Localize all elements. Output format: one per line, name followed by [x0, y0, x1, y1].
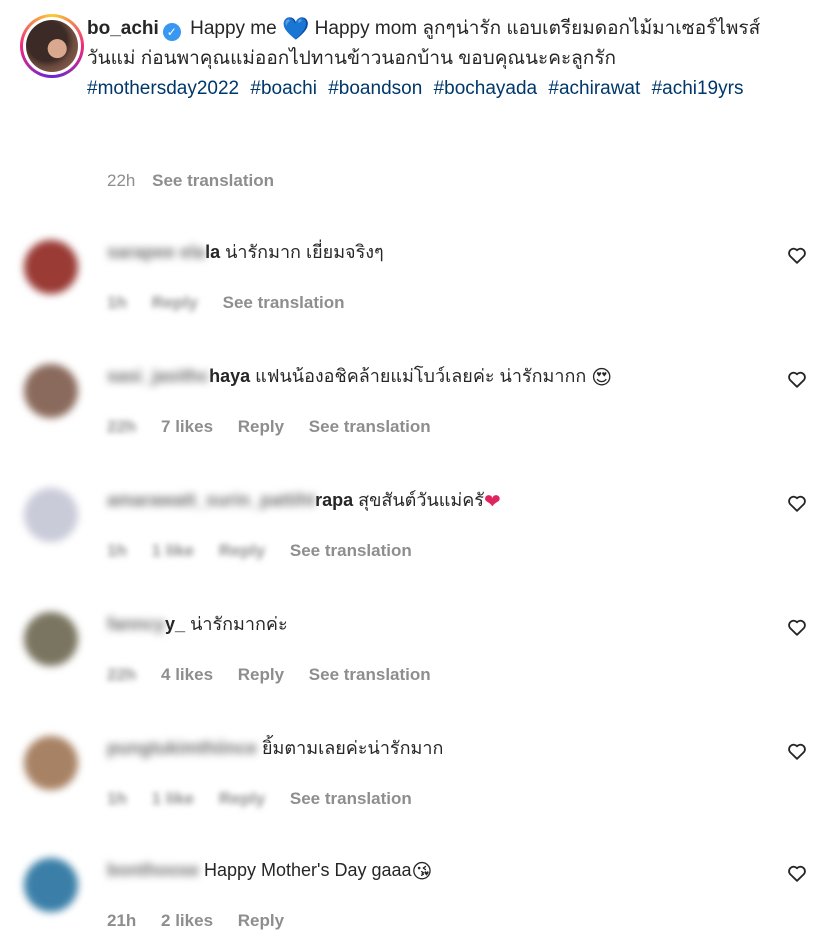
comment-likes[interactable]: 4 likes	[161, 665, 213, 684]
post-username[interactable]: bo_achi	[87, 18, 159, 39]
commenter-avatar[interactable]	[24, 858, 78, 912]
comment-body: ยิ้มตามเลยค่ะน่ารักมาก	[257, 738, 444, 758]
comment-text: pungtukimthiince ยิ้มตามเลยค่ะน่ารักมาก	[107, 736, 443, 760]
comment-time: 1h	[107, 789, 127, 808]
heart-outline-icon[interactable]	[786, 368, 808, 390]
reply-button[interactable]: Reply	[219, 541, 265, 560]
post-see-translation-link[interactable]: See translation	[152, 171, 274, 190]
comment-time: 1h	[107, 293, 127, 312]
hashtag[interactable]: #achirawat	[548, 78, 640, 99]
commenter-avatar[interactable]	[24, 736, 78, 790]
heart-eyes-emoji: 😍	[591, 367, 613, 389]
hashtag[interactable]: #mothersday2022	[87, 78, 239, 99]
comment-meta: 1h 1 like Reply See translation	[107, 789, 432, 809]
post-time: 22h	[107, 171, 136, 190]
commenter-avatar[interactable]	[24, 612, 78, 666]
hashtag[interactable]: #bochayada	[434, 78, 538, 99]
hashtag[interactable]: #boandson	[328, 78, 422, 99]
reply-button[interactable]: Reply	[238, 665, 284, 684]
comment-meta: 22h 7 likes Reply See translation	[107, 417, 451, 437]
comment-item: bonthoose Happy Mother's Day gaaa😘 21h 2…	[0, 858, 820, 937]
comment-body: น่ารักมากค่ะ	[185, 614, 288, 634]
reply-button[interactable]: Reply	[238, 417, 284, 436]
comment-item: amarawatt_surin_pattihtrapa สุขสันต์วันแ…	[0, 488, 820, 612]
commenter-name-blurred[interactable]: sarapee ela	[107, 240, 205, 264]
commenter-name-blurred[interactable]: sasi_jasithc	[107, 364, 209, 388]
comment-item: sasi_jasithchaya แฟนน้องอชิคล้ายแม่โบว์เ…	[0, 364, 820, 488]
see-translation-link[interactable]: See translation	[290, 789, 412, 808]
comment-meta: 21h 2 likes Reply	[107, 911, 304, 931]
commenter-name-blurred[interactable]: bonthoose	[107, 858, 199, 882]
commenter-name-blurred[interactable]: fanncy	[107, 612, 165, 636]
comment-text: sarapee elala น่ารักมาก เยี่ยมจริงๆ	[107, 240, 384, 264]
heart-outline-icon[interactable]	[786, 740, 808, 762]
hashtag-list: #mothersday2022 #boachi #boandson #bocha…	[87, 78, 749, 99]
comment-text: amarawatt_surin_pattihtrapa สุขสันต์วันแ…	[107, 488, 501, 514]
comment-body: น่ารักมาก เยี่ยมจริงๆ	[220, 242, 384, 262]
blue-heart-emoji: 💙	[281, 16, 310, 41]
see-translation-link[interactable]: See translation	[309, 665, 431, 684]
post-caption: bo_achi ✓ Happy me 💙 Happy mom ลูกๆน่ารัก…	[87, 14, 777, 104]
comment-text: fanncyy_ น่ารักมากค่ะ	[107, 612, 288, 636]
commenter-name[interactable]: y_	[165, 614, 185, 634]
caption-body: Happy mom ลูกๆน่ารัก แอบเตรียมดอกไม้มาเซ…	[87, 18, 761, 69]
comment-time: 1h	[107, 541, 127, 560]
comment-item: pungtukimthiince ยิ้มตามเลยค่ะน่ารักมาก …	[0, 736, 820, 860]
comment-item: sarapee elala น่ารักมาก เยี่ยมจริงๆ 1h R…	[0, 240, 820, 364]
comment-time: 22h	[107, 417, 137, 436]
kissing-face-emoji: 😘	[411, 861, 433, 883]
commenter-name[interactable]: rapa	[315, 490, 353, 510]
red-heart-emoji: ❤	[483, 491, 501, 513]
comment-text: sasi_jasithchaya แฟนน้องอชิคล้ายแม่โบว์เ…	[107, 364, 612, 390]
comment-meta: 1h Reply See translation	[107, 293, 364, 313]
comment-text: bonthoose Happy Mother's Day gaaa😘	[107, 858, 432, 884]
heart-outline-icon[interactable]	[786, 244, 808, 266]
hashtag[interactable]: #boachi	[250, 78, 317, 99]
reply-button[interactable]: Reply	[152, 293, 198, 312]
comment-likes[interactable]: 2 likes	[161, 911, 213, 930]
comment-likes[interactable]: 1 like	[152, 789, 195, 808]
caption-lead: Happy me	[190, 18, 277, 39]
commenter-avatar[interactable]	[24, 240, 78, 294]
post-meta: 22h See translation	[107, 171, 274, 191]
post-author-avatar[interactable]	[20, 14, 84, 78]
commenter-avatar[interactable]	[24, 488, 78, 542]
comment-body: สุขสันต์วันแม่ครั	[353, 490, 484, 510]
comment-likes[interactable]: 7 likes	[161, 417, 213, 436]
comment-time: 22h	[107, 665, 137, 684]
hashtag[interactable]: #achi19yrs	[652, 78, 744, 99]
heart-outline-icon[interactable]	[786, 862, 808, 884]
commenter-name-blurred[interactable]: amarawatt_surin_pattiht	[107, 488, 315, 512]
commenter-name[interactable]: la	[205, 242, 220, 262]
heart-outline-icon[interactable]	[786, 616, 808, 638]
see-translation-link[interactable]: See translation	[223, 293, 345, 312]
commenter-avatar[interactable]	[24, 364, 78, 418]
see-translation-link[interactable]: See translation	[290, 541, 412, 560]
comment-time: 21h	[107, 911, 137, 930]
commenter-name[interactable]: haya	[209, 366, 250, 386]
comment-meta: 1h 1 like Reply See translation	[107, 541, 432, 561]
reply-button[interactable]: Reply	[219, 789, 265, 808]
comment-item: fanncyy_ น่ารักมากค่ะ 22h 4 likes Reply …	[0, 612, 820, 736]
commenter-name-blurred[interactable]: pungtukimthiince	[107, 736, 257, 760]
comment-likes[interactable]: 1 like	[152, 541, 195, 560]
heart-outline-icon[interactable]	[786, 492, 808, 514]
reply-button[interactable]: Reply	[238, 911, 284, 930]
verified-badge-icon: ✓	[162, 23, 181, 41]
comment-body: Happy Mother's Day gaaa	[199, 860, 412, 880]
see-translation-link[interactable]: See translation	[309, 417, 431, 436]
comment-body: แฟนน้องอชิคล้ายแม่โบว์เลยค่ะ น่ารักมากก	[250, 366, 587, 386]
comment-meta: 22h 4 likes Reply See translation	[107, 665, 451, 685]
